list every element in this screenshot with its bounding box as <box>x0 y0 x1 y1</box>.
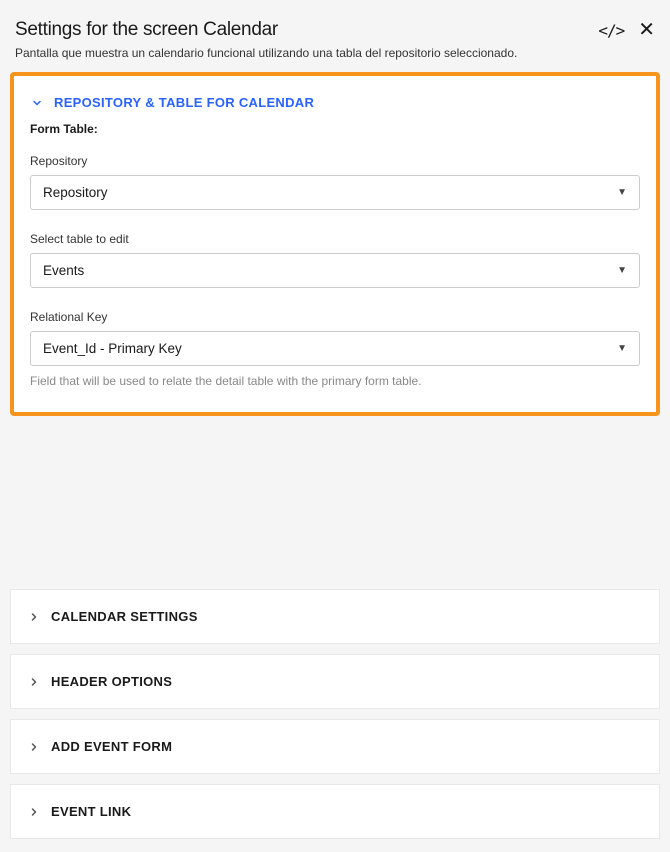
section-calendar-settings[interactable]: CALENDAR SETTINGS <box>10 589 660 644</box>
table-select-value: Events <box>43 263 84 278</box>
repository-select[interactable]: Repository ▼ <box>30 175 640 210</box>
chevron-right-icon <box>27 740 41 754</box>
section-title-event-link: EVENT LINK <box>51 804 131 819</box>
section-repository-table: REPOSITORY & TABLE FOR CALENDAR Form Tab… <box>10 72 660 416</box>
relational-key-label: Relational Key <box>30 310 640 324</box>
dropdown-arrow-icon: ▼ <box>617 187 627 198</box>
section-add-event-form[interactable]: ADD EVENT FORM <box>10 719 660 774</box>
chevron-right-icon <box>27 610 41 624</box>
dropdown-arrow-icon: ▼ <box>617 265 627 276</box>
chevron-right-icon <box>27 675 41 689</box>
code-icon[interactable]: </> <box>598 21 624 40</box>
relational-key-select[interactable]: Event_Id - Primary Key ▼ <box>30 331 640 366</box>
section-event-link[interactable]: EVENT LINK <box>10 784 660 839</box>
section-header-repository-table[interactable]: REPOSITORY & TABLE FOR CALENDAR <box>14 76 656 122</box>
section-title-header-options: HEADER OPTIONS <box>51 674 172 689</box>
chevron-right-icon <box>27 805 41 819</box>
page-subtitle: Pantalla que muestra un calendario funci… <box>0 46 670 72</box>
relational-key-helper: Field that will be used to relate the de… <box>30 374 640 388</box>
section-title-calendar-settings: CALENDAR SETTINGS <box>51 609 198 624</box>
chevron-down-icon <box>30 96 44 110</box>
section-title-repository-table: REPOSITORY & TABLE FOR CALENDAR <box>54 95 314 110</box>
relational-key-select-value: Event_Id - Primary Key <box>43 341 182 356</box>
repository-select-value: Repository <box>43 185 108 200</box>
form-table-label: Form Table: <box>30 122 640 136</box>
table-select[interactable]: Events ▼ <box>30 253 640 288</box>
close-icon[interactable]: ✕ <box>638 20 655 40</box>
table-label: Select table to edit <box>30 232 640 246</box>
section-title-add-event-form: ADD EVENT FORM <box>51 739 172 754</box>
section-header-options[interactable]: HEADER OPTIONS <box>10 654 660 709</box>
page-title: Settings for the screen Calendar <box>15 19 278 41</box>
dropdown-arrow-icon: ▼ <box>617 343 627 354</box>
repository-label: Repository <box>30 154 640 168</box>
